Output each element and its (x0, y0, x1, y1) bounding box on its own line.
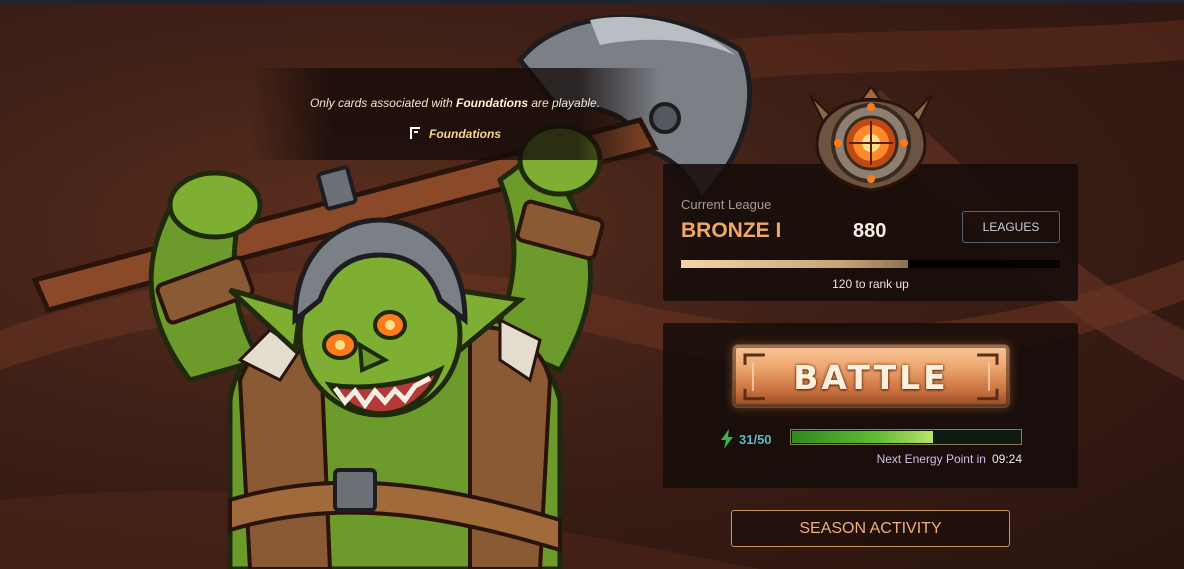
battle-button[interactable]: BATTLE (732, 344, 1010, 408)
format-notice-bold: Foundations (456, 96, 528, 110)
battle-panel: BATTLE 31/50 Next Energy Point in 09:24 (663, 323, 1078, 488)
leagues-button[interactable]: LEAGUES (962, 211, 1060, 243)
format-name: Foundations (429, 127, 501, 141)
energy-progress-fill (792, 431, 934, 443)
format-notice-suffix: are playable. (528, 96, 601, 110)
battle-label: BATTLE (793, 358, 949, 397)
bronze-league-medal-icon (809, 85, 933, 192)
next-energy-label: Next Energy Point in (876, 452, 986, 466)
lightning-bolt-icon (721, 429, 733, 449)
foundations-logo-icon (410, 127, 420, 139)
season-activity-button[interactable]: SEASON ACTIVITY (731, 510, 1010, 547)
format-notice-text: Only cards associated with Foundations a… (250, 96, 660, 110)
format-notice-prefix: Only cards associated with (309, 96, 456, 110)
rank-up-text: 120 to rank up (832, 277, 909, 291)
rank-progress-fill (681, 260, 909, 268)
format-name-row: Foundations (250, 126, 660, 141)
energy-progress-bar (790, 429, 1022, 445)
rank-progress-bar (681, 260, 1060, 268)
next-energy-timer: Next Energy Point in 09:24 (877, 452, 1022, 466)
next-energy-time: 09:24 (991, 452, 1022, 466)
league-name: BRONZE I (681, 219, 782, 242)
league-rating: 880 (853, 220, 887, 242)
current-league-label: Current League (681, 197, 772, 212)
energy-count: 31/50 (739, 432, 772, 447)
format-notice-panel: Only cards associated with Foundations a… (250, 68, 660, 160)
